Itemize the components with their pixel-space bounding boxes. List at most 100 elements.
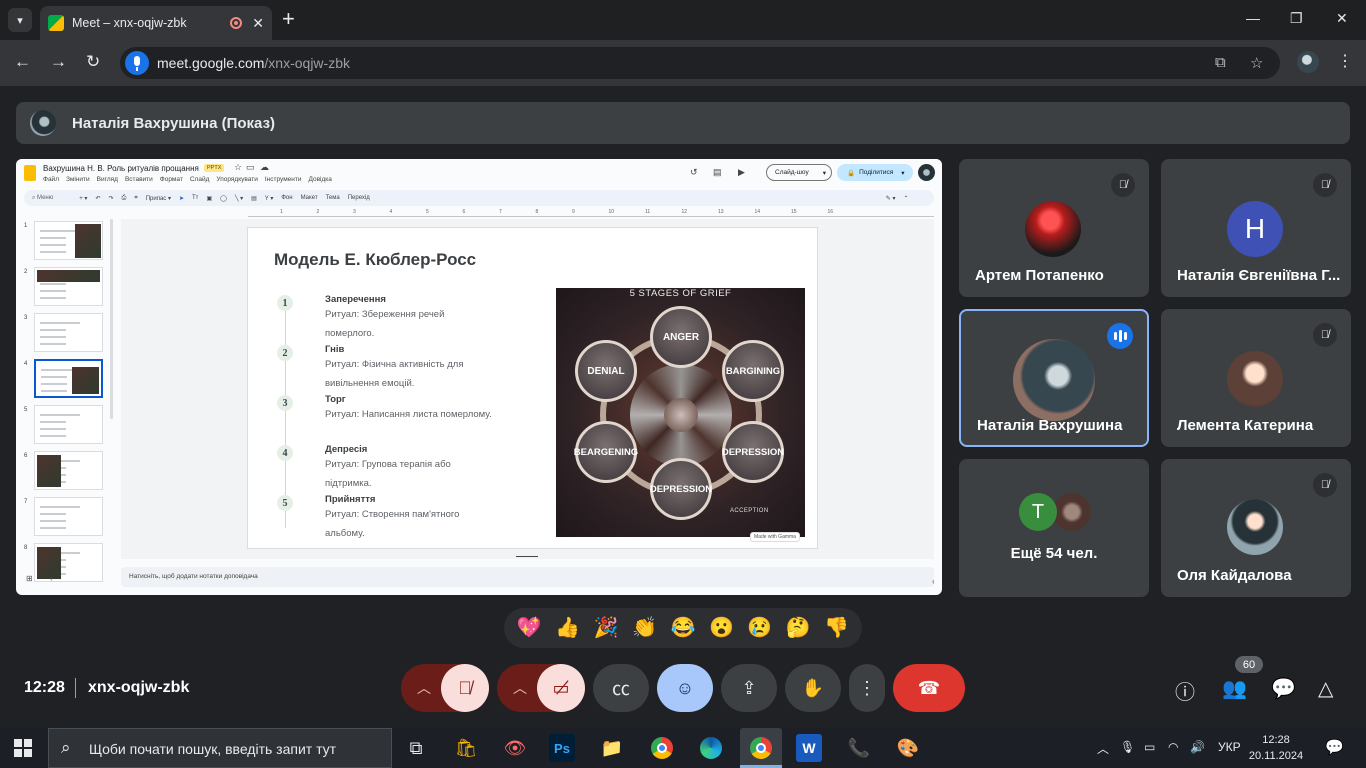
menu-view[interactable]: Вигляд [97,176,118,183]
textbox-icon[interactable]: Tт [192,195,198,201]
battery-icon[interactable]: ▭ [1144,740,1155,754]
expand-side-panel-icon[interactable]: ‹ [932,577,935,586]
activities-icon[interactable]: △ [1318,676,1333,701]
slide-thumbnail[interactable] [34,405,103,444]
reaction-thumbs-up[interactable]: 👍 [555,618,580,638]
new-slide-icon[interactable]: + ▾ [79,195,87,202]
theme-button[interactable]: Тема [326,195,340,201]
file-explorer-icon[interactable]: 📁 [597,734,627,762]
participant-tile-active-speaker[interactable]: Наталія Вахрушина [959,309,1149,447]
menu-format[interactable]: Формат [160,176,183,183]
transition-button[interactable]: Перехід [348,195,370,201]
zoom-fit-select[interactable]: Припас ▾ [146,195,171,202]
undo-icon[interactable]: ↶ [95,195,100,202]
close-window-button[interactable]: ✕ [1336,10,1348,27]
background-button[interactable]: Фон [281,195,292,201]
browser-menu-icon[interactable]: ⋮ [1337,51,1353,71]
bookmark-star-icon[interactable]: ☆ [1250,54,1263,72]
address-bar[interactable]: meet.google.com/xnx-oqjw-zbk ⧉ ☆ [120,47,1280,79]
leave-call-button[interactable]: ☎ [893,664,965,712]
participant-tile[interactable]: 🎙̸ Артем Потапенко [959,159,1149,297]
taskbar-clock[interactable]: 12:28 20.11.2024 [1246,732,1306,764]
slide-thumbnail[interactable] [34,359,103,398]
photoshop-icon[interactable]: Ps [549,734,575,762]
editing-mode-icon[interactable]: ✎ ▾ [886,195,896,202]
image-icon[interactable]: ▣ [206,195,212,202]
reaction-party-popper[interactable]: 🎉 [594,618,619,638]
doc-title[interactable]: Вахрушина Н. В. Роль ритуалів прощання [43,164,199,173]
current-slide[interactable]: Модель Е. Кюблер-Росс 1 Заперечення Риту… [247,227,818,549]
task-view-icon[interactable]: ⧉ [401,734,431,762]
menu-edit[interactable]: Змінити [66,176,90,183]
forward-button[interactable]: → [50,52,67,72]
menu-file[interactable]: Файл [43,176,59,183]
raise-hand-button[interactable]: ✋ [785,664,841,712]
profile-avatar[interactable] [1297,51,1319,73]
meeting-details-icon[interactable]: ⓘ [1175,676,1195,705]
chat-icon[interactable]: 💬 [1271,676,1296,701]
close-tab-icon[interactable]: ✕ [252,15,264,32]
reaction-crying[interactable]: 😢 [747,618,772,638]
microphone-in-use-icon[interactable] [125,51,149,75]
participant-tile[interactable]: 🎙̸ Оля Кайдалова [1161,459,1351,597]
volume-icon[interactable]: 🔊 [1190,740,1205,754]
print-icon[interactable]: ⎙ [122,195,127,202]
reaction-thumbs-down[interactable]: 👎 [824,618,849,638]
captions-button[interactable]: ㏄ [593,664,649,712]
comment-icon[interactable]: ▤ [251,195,257,202]
translate-icon[interactable]: ⧉ [1215,54,1226,71]
minimize-button[interactable]: — [1246,10,1260,26]
back-button[interactable]: ← [14,52,31,72]
camera-off-button[interactable]: ▭̸ [537,664,585,712]
edge-icon[interactable] [696,734,726,762]
audio-options-chevron-icon[interactable]: ︿ [404,664,444,712]
menu-search[interactable]: ⌕ Меню [32,195,53,202]
restore-button[interactable]: ❐ [1290,10,1303,27]
menu-slide[interactable]: Слайд [190,176,210,183]
more-options-button[interactable]: ⋮ [849,664,885,712]
menu-help[interactable]: Довідка [308,176,331,183]
paint-format-icon[interactable]: ⌗ [134,195,137,202]
slide-thumbnail[interactable] [34,221,103,260]
slides-account-avatar[interactable] [918,164,935,181]
reaction-surprised[interactable]: 😮 [709,618,734,638]
participant-tile[interactable]: 🎙̸ Лемента Катерина [1161,309,1351,447]
format-options-icon[interactable]: Y ▾ [265,195,274,202]
filmstrip-scrollbar[interactable] [110,219,113,419]
reactions-button[interactable]: ☺ [657,664,713,712]
layout-button[interactable]: Макет [301,195,318,201]
redo-icon[interactable]: ↷ [108,195,113,202]
wifi-icon[interactable]: ◠ [1168,740,1178,754]
new-tab-button[interactable]: + [282,8,295,30]
language-indicator[interactable]: УКР [1218,740,1241,754]
slideshow-button[interactable]: Слайд-шоу ▾ [766,164,832,181]
reaction-laughing[interactable]: 😂 [671,618,696,638]
reaction-clapping[interactable]: 👏 [632,618,657,638]
menu-arrange[interactable]: Упорядкувати [216,176,257,183]
reload-button[interactable]: ↻ [86,52,100,72]
select-icon[interactable]: ➤ [179,195,184,202]
collapse-toolbar-icon[interactable]: ⌃ [903,195,908,202]
reaction-thinking[interactable]: 🤔 [786,618,811,638]
store-icon[interactable]: 🛍 [451,734,481,762]
shape-icon[interactable]: ◯ [220,195,227,202]
people-icon[interactable]: 👥 [1222,676,1247,701]
slide-thumbnail[interactable] [34,313,103,352]
slide-thumbnail[interactable] [34,497,103,536]
browser-tab[interactable]: Meet – xnx-oqjw-zbk ✕ [40,6,272,40]
move-folder-icon[interactable]: ▭ [246,162,255,173]
comments-icon[interactable]: ▤ [713,167,722,178]
history-icon[interactable]: ↺ [690,167,698,178]
tab-search-button[interactable]: ▾ [8,8,32,32]
paint-icon[interactable]: 🎨 [893,734,923,762]
eye-app-icon[interactable]: 👁 [500,734,530,762]
chrome-active-icon[interactable] [740,728,782,768]
chrome-icon[interactable] [647,734,677,762]
show-hidden-icons[interactable]: ︿ [1097,740,1109,757]
meet-video-icon[interactable]: ▶ [738,167,745,178]
reaction-sparkling-heart[interactable]: 💖 [517,618,542,638]
speaker-notes[interactable]: Натисніть, щоб додати нотатки доповідача [121,567,934,587]
notifications-icon[interactable]: 💬 [1325,738,1344,756]
grid-view-icon[interactable]: ⊞ [26,574,33,583]
menu-insert[interactable]: Вставити [125,176,153,183]
